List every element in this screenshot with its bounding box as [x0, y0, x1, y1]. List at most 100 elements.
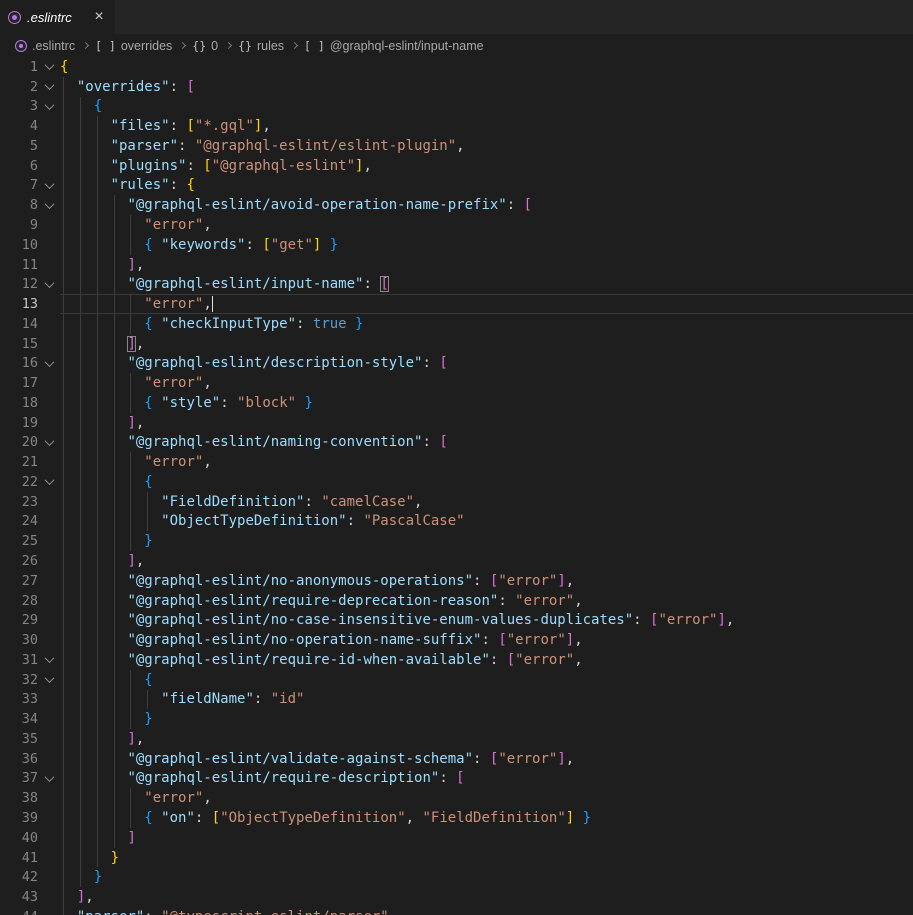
code-line[interactable]: 6 "plugins": ["@graphql-eslint"],	[0, 156, 913, 176]
code-content[interactable]: "@graphql-eslint/no-operation-name-suffi…	[60, 630, 913, 650]
code-line[interactable]: 26 ],	[0, 551, 913, 571]
code-line[interactable]: 24 "ObjectTypeDefinition": "PascalCase"	[0, 512, 913, 532]
breadcrumb-item-rules[interactable]: {}rules	[238, 39, 284, 53]
fold-chevron-down-icon[interactable]	[44, 278, 54, 288]
code-line[interactable]: 18 { "style": "block" }	[0, 393, 913, 413]
code-content[interactable]: ],	[60, 413, 913, 433]
breadcrumb-item--graphql-eslint-input-name[interactable]: [ ]@graphql-eslint/input-name	[304, 39, 484, 53]
code-content[interactable]: "@graphql-eslint/naming-convention": [	[60, 433, 913, 453]
breadcrumb-item--eslintrc[interactable]: .eslintrc	[15, 39, 75, 53]
code-line[interactable]: 42 }	[0, 867, 913, 887]
code-line[interactable]: 20 "@graphql-eslint/naming-convention": …	[0, 433, 913, 453]
code-line[interactable]: 23 "FieldDefinition": "camelCase",	[0, 492, 913, 512]
code-line[interactable]: 8 "@graphql-eslint/avoid-operation-name-…	[0, 195, 913, 215]
code-content[interactable]: "error",	[60, 294, 913, 314]
code-line[interactable]: 32 {	[0, 670, 913, 690]
code-content[interactable]: "parser": "@graphql-eslint/eslint-plugin…	[60, 136, 913, 156]
code-line[interactable]: 36 "@graphql-eslint/validate-against-sch…	[0, 749, 913, 769]
code-content[interactable]: "error",	[60, 373, 913, 393]
code-line[interactable]: 5 "parser": "@graphql-eslint/eslint-plug…	[0, 136, 913, 156]
code-content[interactable]: {	[60, 57, 913, 77]
code-content[interactable]: ],	[60, 255, 913, 275]
code-line[interactable]: 1{	[0, 57, 913, 77]
code-line[interactable]: 2 "overrides": [	[0, 77, 913, 97]
code-content[interactable]: ],	[60, 887, 913, 907]
code-content[interactable]: "fieldName": "id"	[60, 690, 913, 710]
code-line[interactable]: 33 "fieldName": "id"	[0, 690, 913, 710]
code-line[interactable]: 22 {	[0, 472, 913, 492]
code-line[interactable]: 14 { "checkInputType": true }	[0, 314, 913, 334]
code-content[interactable]: "@graphql-eslint/input-name": [	[60, 274, 913, 294]
code-content[interactable]: "@graphql-eslint/no-anonymous-operations…	[60, 571, 913, 591]
fold-chevron-down-icon[interactable]	[44, 199, 54, 209]
code-content[interactable]: { "on": ["ObjectTypeDefinition", "FieldD…	[60, 808, 913, 828]
fold-chevron-down-icon[interactable]	[44, 436, 54, 446]
code-content[interactable]: "ObjectTypeDefinition": "PascalCase"	[60, 512, 913, 532]
code-line[interactable]: 15 ],	[0, 334, 913, 354]
code-line[interactable]: 4 "files": ["*.gql"],	[0, 116, 913, 136]
code-line[interactable]: 39 { "on": ["ObjectTypeDefinition", "Fie…	[0, 808, 913, 828]
code-content[interactable]: }	[60, 867, 913, 887]
code-line[interactable]: 28 "@graphql-eslint/require-deprecation-…	[0, 591, 913, 611]
code-line[interactable]: 43 ],	[0, 887, 913, 907]
fold-chevron-down-icon[interactable]	[44, 653, 54, 663]
fold-chevron-down-icon[interactable]	[44, 179, 54, 189]
code-line[interactable]: 3 {	[0, 97, 913, 117]
code-content[interactable]: }	[60, 709, 913, 729]
code-content[interactable]: ]	[60, 828, 913, 848]
code-content[interactable]: { "checkInputType": true }	[60, 314, 913, 334]
fold-chevron-down-icon[interactable]	[44, 673, 54, 683]
code-content[interactable]: {	[60, 670, 913, 690]
code-line[interactable]: 7 "rules": {	[0, 176, 913, 196]
code-line[interactable]: 37 "@graphql-eslint/require-description"…	[0, 769, 913, 789]
code-line[interactable]: 40 ]	[0, 828, 913, 848]
code-line[interactable]: 16 "@graphql-eslint/description-style": …	[0, 353, 913, 373]
code-line[interactable]: 17 "error",	[0, 373, 913, 393]
code-content[interactable]: "error",	[60, 452, 913, 472]
code-content[interactable]: }	[60, 848, 913, 868]
code-content[interactable]: "@graphql-eslint/require-deprecation-rea…	[60, 591, 913, 611]
code-content[interactable]: ],	[60, 551, 913, 571]
code-content[interactable]: "plugins": ["@graphql-eslint"],	[60, 156, 913, 176]
code-content[interactable]: "overrides": [	[60, 77, 913, 97]
breadcrumb-item-overrides[interactable]: [ ]overrides	[95, 39, 172, 53]
code-content[interactable]: "FieldDefinition": "camelCase",	[60, 492, 913, 512]
fold-chevron-down-icon[interactable]	[44, 80, 54, 90]
fold-chevron-down-icon[interactable]	[44, 61, 54, 71]
code-line[interactable]: 29 "@graphql-eslint/no-case-insensitive-…	[0, 610, 913, 630]
code-line[interactable]: 9 "error",	[0, 215, 913, 235]
code-content[interactable]: "@graphql-eslint/validate-against-schema…	[60, 749, 913, 769]
breadcrumb-item-0[interactable]: {}0	[192, 39, 218, 53]
code-line[interactable]: 19 ],	[0, 413, 913, 433]
code-editor[interactable]: 1{2 "overrides": [3 {4 "files": ["*.gql"…	[0, 57, 913, 915]
code-content[interactable]: "files": ["*.gql"],	[60, 116, 913, 136]
code-content[interactable]: ],	[60, 334, 913, 354]
fold-chevron-down-icon[interactable]	[44, 772, 54, 782]
code-content[interactable]: "@graphql-eslint/require-description": [	[60, 769, 913, 789]
code-line[interactable]: 34 }	[0, 709, 913, 729]
code-content[interactable]: "@graphql-eslint/avoid-operation-name-pr…	[60, 195, 913, 215]
code-content[interactable]: }	[60, 531, 913, 551]
code-line[interactable]: 10 { "keywords": ["get"] }	[0, 235, 913, 255]
fold-chevron-down-icon[interactable]	[44, 357, 54, 367]
code-line[interactable]: 41 }	[0, 848, 913, 868]
code-content[interactable]: ],	[60, 729, 913, 749]
code-line[interactable]: 27 "@graphql-eslint/no-anonymous-operati…	[0, 571, 913, 591]
code-content[interactable]: "@graphql-eslint/require-id-when-availab…	[60, 650, 913, 670]
code-content[interactable]: "rules": {	[60, 176, 913, 196]
code-content[interactable]: "error",	[60, 215, 913, 235]
fold-chevron-down-icon[interactable]	[44, 100, 54, 110]
tab-eslintrc[interactable]: .eslintrc ×	[0, 0, 115, 34]
code-content[interactable]: "@graphql-eslint/description-style": [	[60, 353, 913, 373]
code-content[interactable]: "@graphql-eslint/no-case-insensitive-enu…	[60, 610, 913, 630]
code-content[interactable]: { "style": "block" }	[60, 393, 913, 413]
fold-chevron-down-icon[interactable]	[44, 476, 54, 486]
code-line[interactable]: 38 "error",	[0, 788, 913, 808]
code-line[interactable]: 13 "error",	[0, 294, 913, 314]
code-line[interactable]: 21 "error",	[0, 452, 913, 472]
code-line[interactable]: 25 }	[0, 531, 913, 551]
code-content[interactable]: {	[60, 97, 913, 117]
code-line[interactable]: 31 "@graphql-eslint/require-id-when-avai…	[0, 650, 913, 670]
code-line[interactable]: 11 ],	[0, 255, 913, 275]
code-line[interactable]: 30 "@graphql-eslint/no-operation-name-su…	[0, 630, 913, 650]
